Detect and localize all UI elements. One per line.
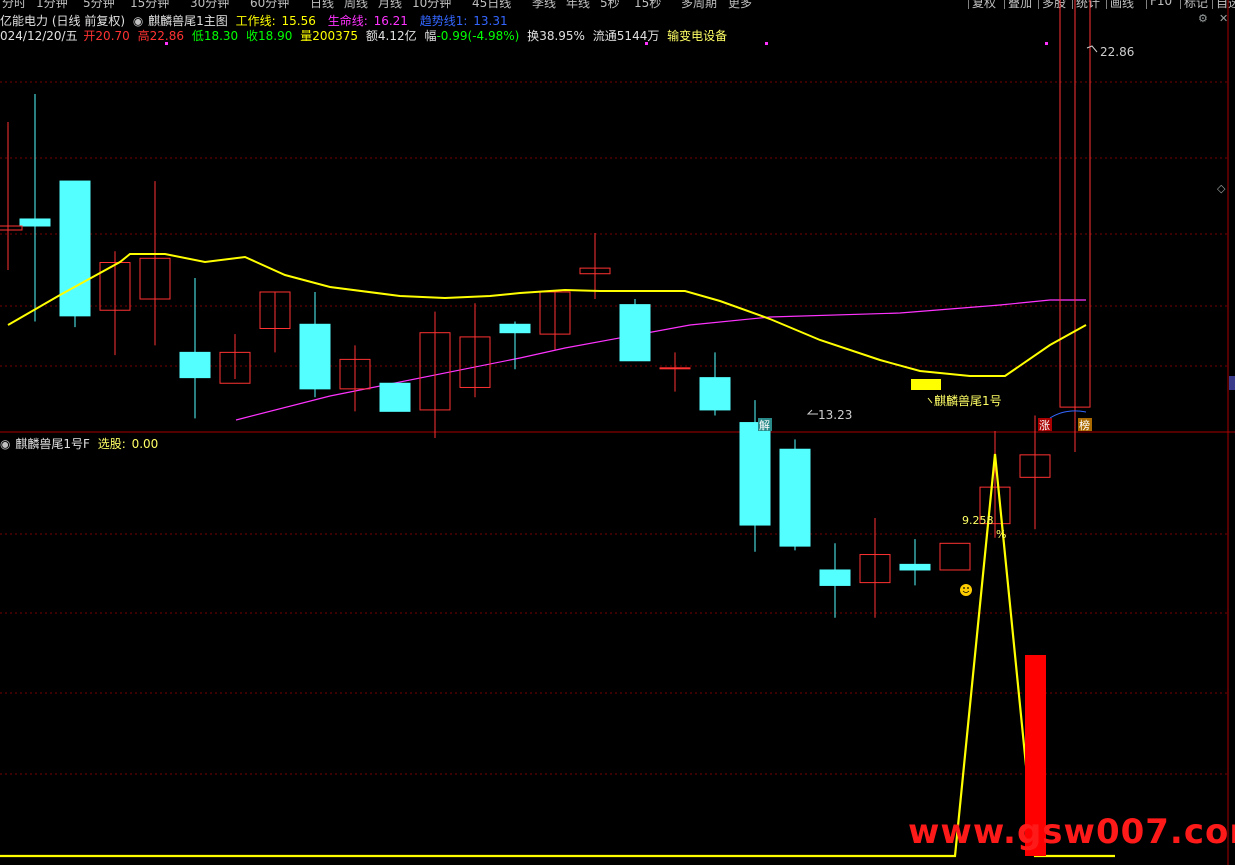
candle-body-up — [659, 367, 691, 370]
candle-body-down — [19, 218, 51, 227]
low-price-label: 13.23 — [818, 408, 852, 422]
signal-label: 麒麟兽尾1号 — [934, 393, 1002, 408]
candle-body-up — [939, 542, 971, 571]
candle-body-down — [779, 448, 811, 547]
smiley-eye — [963, 587, 965, 589]
signal-dot — [165, 42, 168, 45]
candle-body-down — [299, 323, 331, 390]
signal-dot — [1045, 42, 1048, 45]
signal-dot — [645, 42, 648, 45]
candle-body-down — [619, 304, 651, 362]
signal-dot — [765, 42, 768, 45]
candle-body-down — [699, 377, 731, 411]
watermark: www.gsw007.com — [908, 812, 1235, 852]
smiley-eye — [967, 587, 969, 589]
candle-body-down — [379, 382, 411, 412]
candles-group — [0, 0, 1091, 618]
candle-body-down — [499, 323, 531, 334]
smiley-face — [960, 584, 972, 596]
candle-body-down — [819, 569, 851, 586]
event-badge-text: 榜 — [1079, 418, 1090, 432]
candle-body-down — [179, 351, 211, 379]
event-badge-text: 涨 — [1039, 419, 1050, 432]
pct-unit-label: % — [996, 528, 1006, 541]
candle-body-down — [59, 180, 91, 317]
high-price-label: 22.86 — [1100, 45, 1134, 59]
candle-body-up — [0, 225, 23, 231]
trend-curve — [1049, 410, 1087, 419]
signal-arrow — [927, 397, 933, 404]
kline-chart[interactable]: 22.86 13.23 麒麟兽尾1号解 涨 榜 9.258% — [0, 0, 1235, 865]
candle-body-down — [739, 422, 771, 526]
low-arrow — [806, 409, 818, 415]
highlight-candle — [911, 379, 941, 390]
signal-line — [0, 453, 1115, 858]
right-edge-marker — [1229, 376, 1235, 390]
high-arrow — [1086, 45, 1098, 53]
candle-body-down — [899, 563, 931, 571]
pct-value-label: 9.258 — [962, 514, 994, 527]
smiley-icon — [960, 584, 972, 596]
event-badge-text: 解 — [759, 418, 770, 432]
